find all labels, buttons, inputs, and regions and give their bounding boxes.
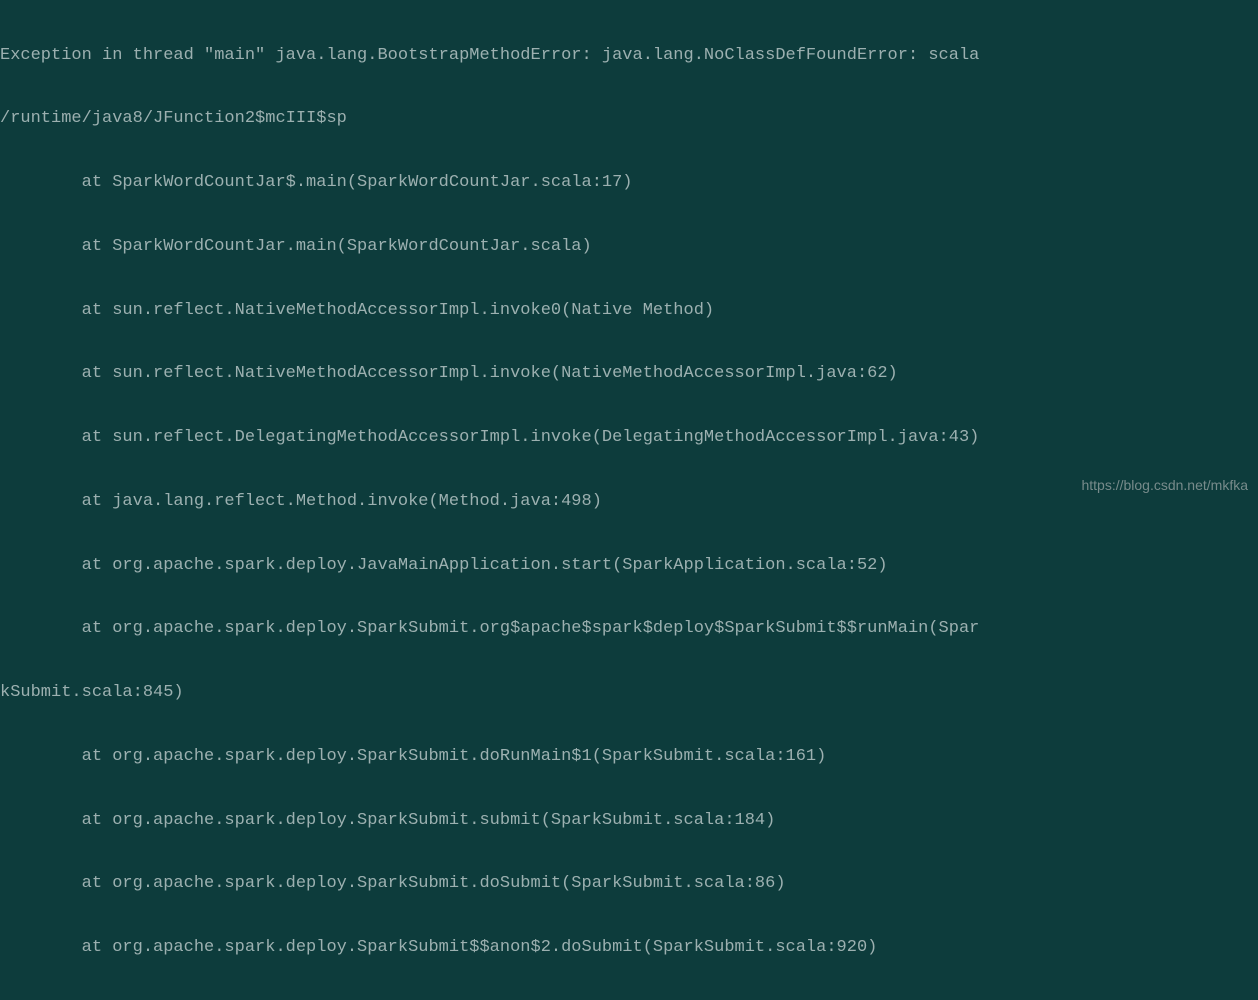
stack-trace-line: at SparkWordCountJar.main(SparkWordCount… (0, 236, 1258, 257)
stack-trace-line: Exception in thread "main" java.lang.Boo… (0, 45, 1258, 66)
stack-trace-line: at sun.reflect.NativeMethodAccessorImpl.… (0, 363, 1258, 384)
terminal-output: Exception in thread "main" java.lang.Boo… (0, 2, 1258, 1000)
stack-trace-line: at java.lang.reflect.Method.invoke(Metho… (0, 491, 1258, 512)
stack-trace-line: at org.apache.spark.deploy.SparkSubmit.d… (0, 746, 1258, 767)
stack-trace-line: at sun.reflect.NativeMethodAccessorImpl.… (0, 300, 1258, 321)
stack-trace-line: at org.apache.spark.deploy.JavaMainAppli… (0, 555, 1258, 576)
stack-trace-line: at org.apache.spark.deploy.SparkSubmit.o… (0, 618, 1258, 639)
stack-trace-line: at org.apache.spark.deploy.SparkSubmit.d… (0, 873, 1258, 894)
stack-trace-line: at SparkWordCountJar$.main(SparkWordCoun… (0, 172, 1258, 193)
watermark-text: https://blog.csdn.net/mkfka (1081, 477, 1248, 495)
stack-trace-line: at org.apache.spark.deploy.SparkSubmit.s… (0, 810, 1258, 831)
stack-trace-line: kSubmit.scala:845) (0, 682, 1258, 703)
stack-trace-line: at sun.reflect.DelegatingMethodAccessorI… (0, 427, 1258, 448)
stack-trace-line: at org.apache.spark.deploy.SparkSubmit$$… (0, 937, 1258, 958)
stack-trace-line: /runtime/java8/JFunction2$mcIII$sp (0, 108, 1258, 129)
